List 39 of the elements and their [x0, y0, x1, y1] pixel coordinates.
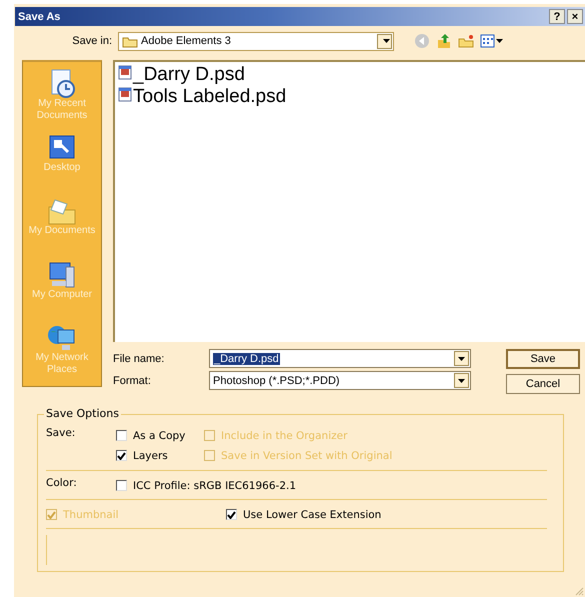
save-in-dropdown[interactable]: Adobe Elements 3	[118, 32, 394, 50]
caret-icon	[382, 39, 390, 43]
checkbox-label: As a Copy	[133, 430, 186, 442]
up-folder-icon[interactable]	[436, 33, 452, 49]
save-button[interactable]: Save	[506, 349, 580, 369]
format-dropdown[interactable]: Photoshop (*.PSD;*.PDD)	[209, 371, 471, 390]
save-in-label: Save in:	[71, 35, 113, 47]
resize-grip-icon	[574, 586, 584, 596]
checkbox[interactable]	[116, 430, 127, 441]
checkbox[interactable]	[116, 480, 127, 491]
file-name-dropdown[interactable]: _Darry D.psd	[209, 349, 471, 368]
check-mark-icon	[117, 452, 126, 460]
checkbox[interactable]	[226, 509, 237, 520]
group-title: Save Options	[44, 407, 121, 420]
help-button[interactable]: ?	[549, 9, 565, 24]
format-label: Format:	[113, 374, 152, 386]
checkbox-label: Use Lower Case Extension	[243, 508, 382, 520]
file-name-label: File name:	[113, 352, 166, 364]
checkbox[interactable]	[116, 450, 127, 461]
cancel-button[interactable]: Cancel	[506, 374, 580, 394]
close-button[interactable]: ×	[567, 9, 583, 24]
caret-icon	[458, 356, 465, 360]
image-file-icon	[118, 65, 132, 80]
folder-icon	[122, 34, 138, 48]
checkbox-label: Save in Version Set with Original	[221, 450, 392, 462]
caret-icon	[458, 378, 465, 382]
file-item[interactable]: _Darry D.psd	[118, 64, 245, 86]
checkbox-label: Include in the Organizer	[221, 430, 348, 442]
save-label: Save:	[46, 427, 76, 439]
checkbox-label: Layers	[133, 450, 168, 462]
checkbox-label: Thumbnail	[63, 508, 119, 520]
check-mark-icon	[227, 510, 236, 518]
checkbox-label: ICC Profile: sRGB IEC61966-2.1	[133, 480, 296, 492]
view-menu-icon[interactable]	[480, 33, 504, 49]
window-title: Save As	[18, 10, 60, 22]
file-item[interactable]: Tools Labeled.psd	[118, 86, 286, 108]
color-label: Color:	[46, 477, 78, 489]
new-folder-icon[interactable]	[458, 33, 474, 49]
image-file-icon	[118, 87, 132, 102]
